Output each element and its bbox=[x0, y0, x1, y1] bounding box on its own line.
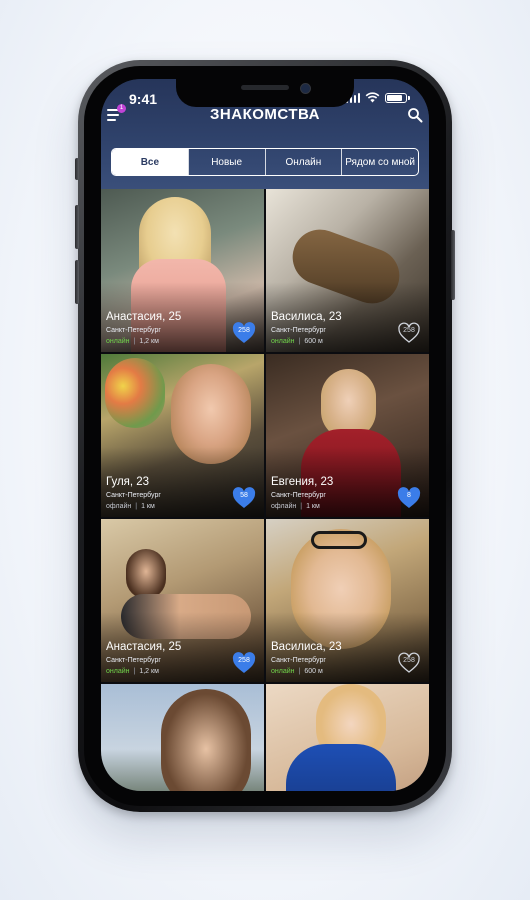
like-count: 258 bbox=[238, 657, 250, 664]
profile-city: Санкт-Петербург bbox=[271, 327, 326, 334]
profile-meta: онлайн | 600 м bbox=[271, 668, 323, 675]
profile-city: Санкт-Петербург bbox=[271, 657, 326, 664]
tab-new[interactable]: Новые bbox=[187, 149, 265, 175]
online-status: онлайн bbox=[106, 668, 130, 675]
photo-glasses bbox=[311, 531, 367, 549]
battery-icon bbox=[385, 93, 410, 103]
profile-card[interactable]: Гуля, 23 Санкт-Петербург офлайн | 1 км 5… bbox=[101, 354, 264, 517]
power-button bbox=[451, 230, 455, 300]
like-count: 258 bbox=[238, 327, 250, 334]
like-button[interactable]: 258 bbox=[232, 652, 256, 674]
front-camera bbox=[300, 83, 311, 94]
profile-card[interactable]: Василиса, 23 Санкт-Петербург онлайн | 60… bbox=[266, 519, 429, 682]
app-header: 9:41 1 ЗНАКОМСТВА Все Новые Онлайн Рядом… bbox=[101, 79, 429, 189]
like-count: 258 bbox=[403, 327, 415, 334]
profile-distance: 600 м bbox=[304, 338, 323, 345]
profile-name: Анастасия, 25 bbox=[106, 311, 182, 323]
wifi-icon bbox=[365, 92, 380, 103]
online-status: онлайн bbox=[271, 668, 295, 675]
profile-name: Анастасия, 25 bbox=[106, 641, 182, 653]
profile-name: Василиса, 23 bbox=[271, 311, 342, 323]
photo-figure bbox=[126, 549, 166, 599]
profile-card[interactable]: Анастасия, 25 Санкт-Петербург онлайн | 1… bbox=[101, 189, 264, 352]
silent-switch bbox=[75, 158, 79, 180]
profile-meta: офлайн | 1 км bbox=[106, 503, 155, 510]
profile-name: Василиса, 23 bbox=[271, 641, 342, 653]
profile-name: Гуля, 23 bbox=[106, 476, 150, 488]
profile-meta: офлайн | 1 км bbox=[271, 503, 320, 510]
notch bbox=[176, 79, 354, 107]
online-status: онлайн bbox=[271, 338, 295, 345]
profile-card[interactable]: Василиса, 23 Санкт-Петербург онлайн | 60… bbox=[266, 189, 429, 352]
volume-down-button bbox=[75, 260, 79, 304]
like-button[interactable]: 258 bbox=[397, 652, 421, 674]
status-time: 9:41 bbox=[129, 91, 158, 107]
photo-flowers bbox=[105, 358, 165, 428]
profile-distance: 1,2 км bbox=[139, 668, 159, 675]
status-icons bbox=[345, 92, 410, 103]
profile-card[interactable] bbox=[101, 684, 264, 791]
profile-card[interactable]: Анастасия, 25 Санкт-Петербург онлайн | 1… bbox=[101, 519, 264, 682]
profile-distance: 1,2 км bbox=[139, 338, 159, 345]
photo-figure bbox=[161, 689, 251, 791]
profile-card[interactable] bbox=[266, 684, 429, 791]
like-count: 258 bbox=[403, 657, 415, 664]
like-button[interactable]: 58 bbox=[232, 487, 256, 509]
app-title: ЗНАКОМСТВА bbox=[210, 106, 320, 123]
like-count: 58 bbox=[240, 492, 248, 499]
filter-tabs: Все Новые Онлайн Рядом со мной bbox=[111, 148, 419, 176]
photo-clothing bbox=[286, 744, 396, 791]
volume-up-button bbox=[75, 205, 79, 249]
like-button[interactable]: 8 bbox=[397, 487, 421, 509]
like-button[interactable]: 258 bbox=[232, 322, 256, 344]
profile-photo bbox=[266, 684, 429, 791]
profile-card[interactable]: Евгения, 23 Санкт-Петербург офлайн | 1 к… bbox=[266, 354, 429, 517]
app-screen: 9:41 1 ЗНАКОМСТВА Все Новые Онлайн Рядом… bbox=[101, 79, 429, 791]
online-status: онлайн bbox=[106, 338, 130, 345]
online-status: офлайн bbox=[271, 503, 297, 510]
profile-city: Санкт-Петербург bbox=[106, 657, 161, 664]
profile-photo bbox=[101, 684, 264, 791]
like-button[interactable]: 258 bbox=[397, 322, 421, 344]
tab-all[interactable]: Все bbox=[112, 149, 188, 175]
online-status: офлайн bbox=[106, 503, 132, 510]
speaker-grille bbox=[241, 85, 289, 90]
profile-name: Евгения, 23 bbox=[271, 476, 334, 488]
profile-meta: онлайн | 1,2 км bbox=[106, 668, 159, 675]
profile-distance: 1 км bbox=[141, 503, 155, 510]
profile-distance: 1 км bbox=[306, 503, 320, 510]
profiles-grid: Анастасия, 25 Санкт-Петербург онлайн | 1… bbox=[101, 189, 429, 791]
profile-meta: онлайн | 1,2 км bbox=[106, 338, 159, 345]
profile-meta: онлайн | 600 м bbox=[271, 338, 323, 345]
search-icon[interactable] bbox=[407, 107, 423, 123]
tab-online[interactable]: Онлайн bbox=[264, 149, 342, 175]
profile-city: Санкт-Петербург bbox=[106, 327, 161, 334]
profile-distance: 600 м bbox=[304, 668, 323, 675]
like-count: 8 bbox=[407, 492, 411, 499]
profile-city: Санкт-Петербург bbox=[106, 492, 161, 499]
profile-city: Санкт-Петербург bbox=[271, 492, 326, 499]
tab-nearby[interactable]: Рядом со мной bbox=[341, 149, 418, 175]
